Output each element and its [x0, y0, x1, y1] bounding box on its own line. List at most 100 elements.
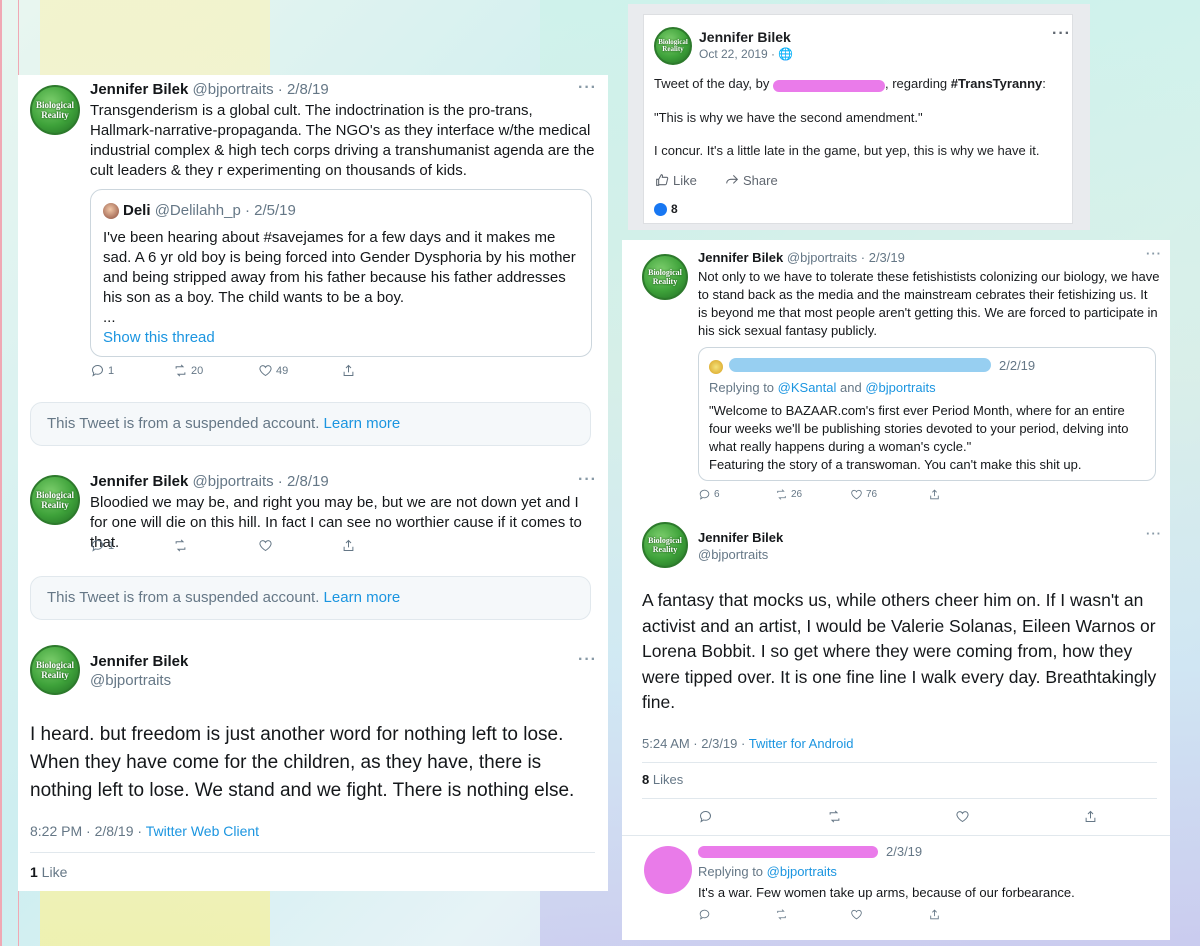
author-handle[interactable]: @bjportraits [90, 672, 171, 689]
retweet-button[interactable] [173, 538, 191, 553]
like-button[interactable] [258, 538, 276, 553]
fb-share-button[interactable]: Share [724, 172, 778, 188]
author-handle[interactable]: @bjportraits [698, 547, 768, 562]
more-options-icon[interactable]: ··· [578, 79, 597, 97]
suspended-text: This Tweet is from a suspended account. [47, 589, 320, 606]
avatar[interactable]: Biological Reality [30, 85, 80, 135]
avatar[interactable]: Biological Reality [654, 27, 692, 65]
avatar-text-line2: Reality [41, 500, 69, 510]
divider [642, 762, 1157, 763]
author-name[interactable]: Jennifer Bilek [90, 81, 188, 98]
author-handle-date[interactable]: @bjportraits · 2/3/19 [787, 250, 905, 265]
more-options-icon[interactable]: ··· [1146, 526, 1162, 541]
quoted-author-handle: @Delilahh_p · 2/5/19 [154, 202, 296, 219]
avatar-text-line1: Biological [36, 660, 74, 670]
facebook-post-screenshot: Biological Reality Jennifer Bilek Oct 22… [628, 4, 1090, 230]
redacted-username [729, 358, 991, 372]
heart-icon [956, 811, 969, 823]
reply-date: 2/3/19 [886, 844, 923, 859]
reply-button[interactable]: 1 [90, 538, 114, 553]
mention-link[interactable]: @bjportraits [767, 864, 837, 879]
author-handle-date[interactable]: @bjportraits · 2/8/19 [193, 473, 329, 490]
reply-button[interactable]: 1 [90, 363, 114, 378]
divider [622, 835, 1170, 836]
more-options-icon[interactable]: ··· [578, 651, 597, 669]
tweet-text: A fantasy that mocks us, while others ch… [642, 590, 1157, 712]
poster-name[interactable]: Jennifer Bilek [699, 29, 791, 45]
fb-like-button[interactable]: Like [654, 172, 697, 188]
more-options-icon[interactable]: ··· [1052, 25, 1071, 43]
avatar-text-line1: Biological [36, 100, 74, 110]
author-name[interactable]: Jennifer Bilek [698, 530, 783, 545]
post-date[interactable]: Oct 22, 2019 · 🌐 [699, 47, 793, 61]
quoted-tweet[interactable]: Deli @Delilahh_p · 2/5/19 I've been hear… [90, 189, 592, 357]
avatar-text-line2: Reality [662, 45, 684, 53]
like-button[interactable]: 49 [258, 363, 288, 378]
heart-icon [851, 489, 862, 500]
mention-link[interactable]: @KSantal [778, 380, 837, 395]
reply-count: 1 [108, 364, 115, 377]
avatar[interactable]: Biological Reality [642, 254, 688, 300]
author-name[interactable]: Jennifer Bilek [90, 653, 188, 670]
retweet-icon [175, 539, 186, 552]
tweet-author[interactable]: Jennifer Bilek @bjportraits · 2/3/19 [698, 250, 905, 265]
retweet-button[interactable]: 20 [173, 363, 203, 378]
avatar-text-line2: Reality [41, 670, 69, 680]
avatar-text-line2: Reality [652, 277, 678, 286]
tweet-author[interactable]: Jennifer Bilek @bjportraits · 2/8/19 [90, 473, 329, 490]
like-label: Like [673, 172, 697, 188]
more-options-icon[interactable]: ··· [578, 471, 597, 489]
avatar[interactable]: Biological Reality [30, 645, 80, 695]
author-handle-date[interactable]: @bjportraits · 2/8/19 [193, 81, 329, 98]
like-count: 49 [276, 364, 289, 377]
like-button[interactable]: 76 [850, 488, 877, 501]
share-button[interactable] [928, 488, 944, 501]
redacted-username [698, 846, 878, 858]
reaction-summary[interactable]: 8 [654, 202, 678, 216]
retweet-count: 20 [191, 364, 204, 377]
heart-icon [851, 909, 862, 920]
mention-link[interactable]: @bjportraits [865, 380, 935, 395]
likes-count: 1 [30, 864, 38, 880]
post-line1: Tweet of the day, by , regarding #TransT… [654, 75, 1074, 93]
likes-summary[interactable]: 1 Like [30, 862, 67, 882]
author-name[interactable]: Jennifer Bilek [698, 250, 783, 265]
like-button[interactable] [850, 908, 866, 921]
line1-suffix: : [1042, 76, 1046, 91]
author-name[interactable]: Jennifer Bilek [90, 473, 188, 490]
tweet-text: Not only to we have to tolerate these fe… [698, 269, 1160, 338]
share-button[interactable] [1083, 809, 1101, 824]
more-options-icon[interactable]: ··· [1146, 246, 1162, 261]
reply-icon [699, 909, 710, 920]
reply-text: It's a war. Few women take up arms, beca… [698, 885, 1075, 900]
avatar[interactable]: Biological Reality [642, 522, 688, 568]
learn-more-link[interactable]: Learn more [324, 589, 401, 606]
learn-more-link[interactable]: Learn more [324, 415, 401, 432]
redacted-username [773, 78, 885, 92]
share-button[interactable] [341, 363, 359, 378]
tweet-author[interactable]: Jennifer Bilek @bjportraits · 2/8/19 [90, 81, 329, 98]
retweet-button[interactable] [827, 809, 845, 824]
avatar-text-line1: Biological [36, 490, 74, 500]
retweet-button[interactable] [775, 908, 791, 921]
likes-summary[interactable]: 8 Likes [642, 770, 683, 790]
tweet-timestamp: 8:22 PM · 2/8/19 · Twitter Web Client [30, 821, 259, 841]
avatar[interactable]: Biological Reality [30, 475, 80, 525]
reply-button[interactable]: 6 [698, 488, 720, 501]
retweet-button[interactable]: 26 [775, 488, 802, 501]
reply-button[interactable] [698, 908, 714, 921]
client-link[interactable]: Twitter Web Client [146, 823, 259, 839]
client-link[interactable]: Twitter for Android [749, 736, 854, 751]
share-button[interactable] [341, 538, 359, 553]
redacted-avatar[interactable] [644, 846, 692, 894]
like-button[interactable] [955, 809, 973, 824]
share-icon [930, 489, 939, 500]
hashtag-link[interactable]: #TransTyranny [951, 76, 1043, 91]
show-thread-link[interactable]: Show this thread [103, 328, 215, 348]
replying-label: Replying to [698, 864, 767, 879]
reply-button[interactable] [698, 809, 716, 824]
share-button[interactable] [928, 908, 944, 921]
quoted-tweet[interactable]: 2/2/19 Replying to @KSantal and @bjportr… [698, 347, 1156, 481]
like-reaction-icon [654, 202, 667, 216]
globe-icon: 🌐 [778, 47, 794, 61]
